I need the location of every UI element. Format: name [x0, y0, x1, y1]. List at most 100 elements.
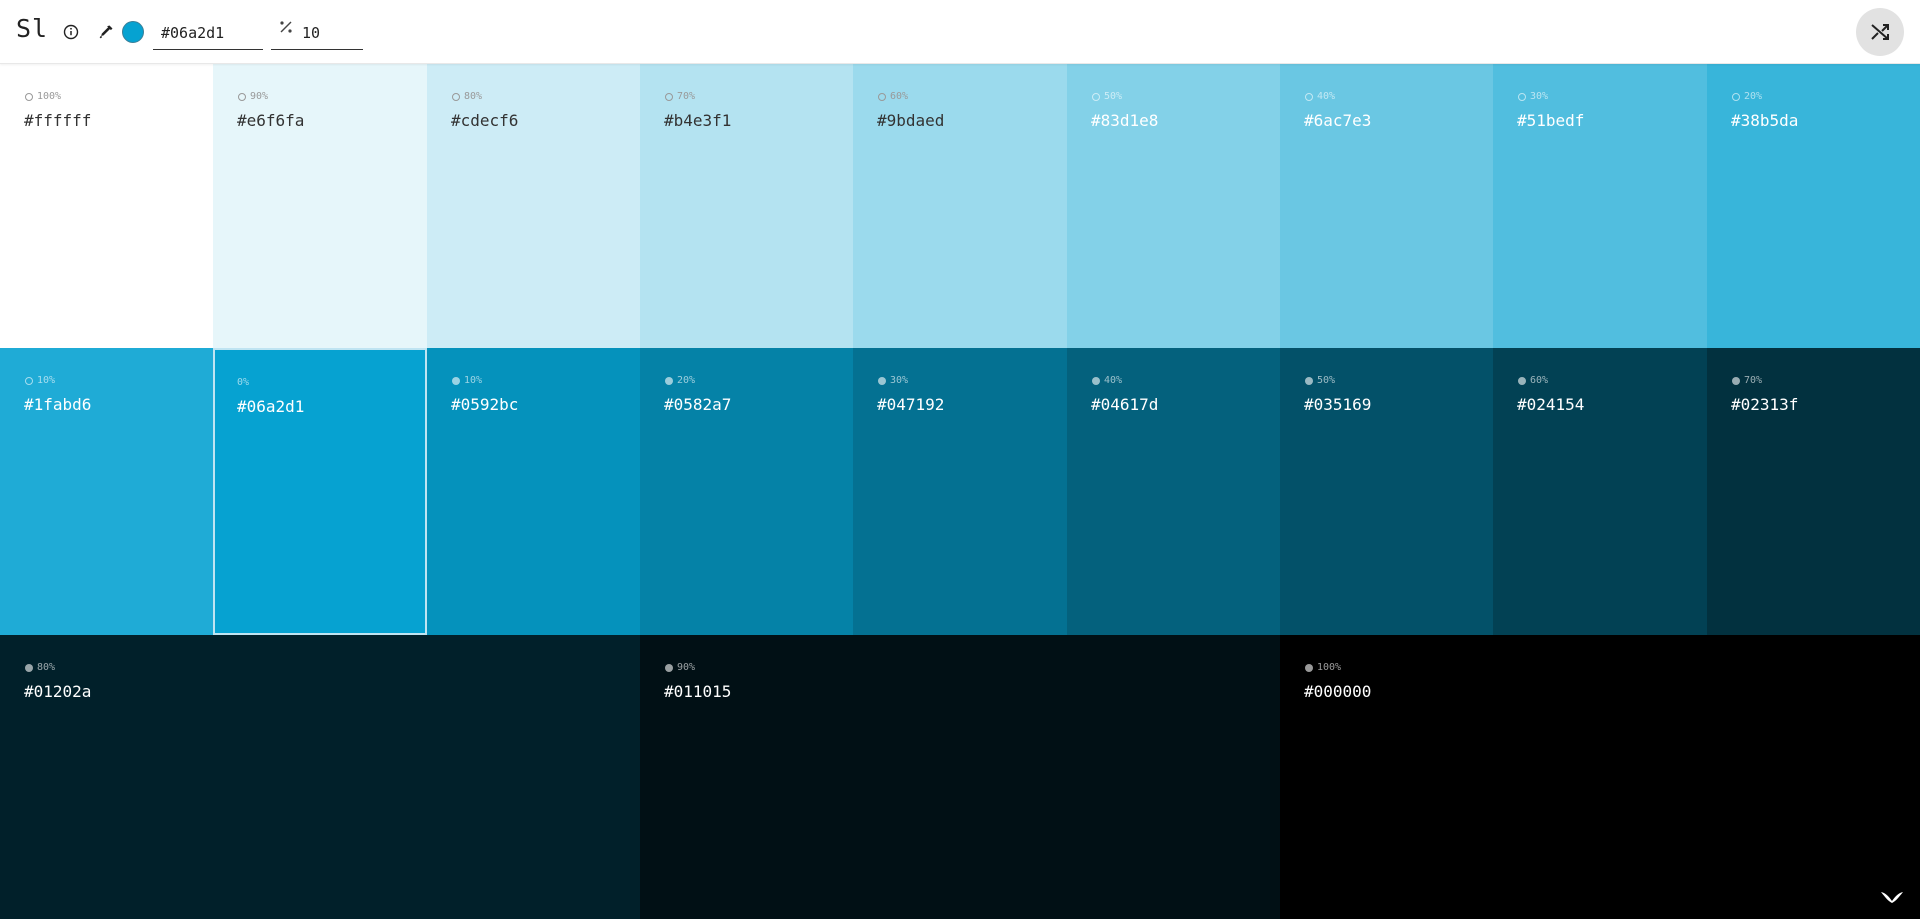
tint-ring-icon: [1518, 92, 1526, 101]
color-swatch[interactable]: 100% #ffffff: [0, 64, 213, 348]
shuffle-button[interactable]: [1856, 8, 1904, 56]
swatch-hex-label: #cdecf6: [451, 111, 519, 130]
shuffle-icon: [1871, 24, 1889, 40]
swatch-percentage: 80%: [452, 91, 482, 102]
color-swatch[interactable]: 70% #02313f: [1707, 348, 1920, 635]
swatch-hex-label: #51bedf: [1517, 111, 1585, 130]
swatch-percentage: 80%: [25, 662, 55, 673]
swatch-percentage: 20%: [665, 375, 695, 386]
color-swatch[interactable]: 20% #38b5da: [1707, 64, 1920, 348]
tint-ring-icon: [452, 92, 460, 101]
color-swatch[interactable]: 40% #6ac7e3: [1280, 64, 1493, 348]
swatch-hex-label: #047192: [877, 395, 945, 414]
swatch-percentage-label: 0%: [237, 377, 250, 388]
swatch-percentage: 50%: [1305, 375, 1335, 386]
color-swatch[interactable]: 30% #51bedf: [1493, 64, 1707, 348]
swatch-hex-label: #ffffff: [24, 111, 92, 130]
swatch-percentage-label: 20%: [1744, 91, 1763, 102]
swatch-percentage-label: 30%: [890, 375, 909, 386]
bird-logo-icon[interactable]: [1880, 888, 1904, 904]
swatch-percentage: 90%: [665, 662, 695, 673]
shade-dot-icon: [878, 376, 886, 385]
swatch-percentage-label: 70%: [1744, 375, 1763, 386]
tint-ring-icon: [1305, 92, 1313, 101]
swatch-percentage-label: 10%: [37, 375, 56, 386]
swatch-percentage-label: 40%: [1317, 91, 1336, 102]
shade-dot-icon: [452, 376, 460, 385]
tint-ring-icon: [238, 92, 246, 101]
app-logo: Sl: [16, 14, 49, 43]
swatch-percentage: 70%: [1732, 375, 1762, 386]
swatch-percentage-label: 80%: [464, 91, 483, 102]
color-swatch[interactable]: 10% #1fabd6: [0, 348, 213, 635]
toolbar: Sl: [0, 0, 1920, 64]
swatch-percentage-label: 50%: [1317, 375, 1336, 386]
color-swatch[interactable]: 90% #011015: [640, 635, 1280, 919]
current-color-swatch[interactable]: [122, 21, 144, 43]
shade-dot-icon: [1305, 376, 1313, 385]
swatch-hex-label: #0582a7: [664, 395, 732, 414]
color-swatch[interactable]: 60% #9bdaed: [853, 64, 1067, 348]
shade-dot-icon: [665, 376, 673, 385]
tint-ring-icon: [25, 92, 33, 101]
color-swatch[interactable]: 50% #83d1e8: [1067, 64, 1280, 348]
swatch-percentage: 0%: [237, 377, 249, 388]
swatch-percentage-label: 10%: [464, 375, 483, 386]
swatch-percentage-label: 60%: [1530, 375, 1549, 386]
swatch-percentage: 30%: [878, 375, 908, 386]
swatch-hex-label: #b4e3f1: [664, 111, 732, 130]
step-percent-input[interactable]: [271, 16, 363, 50]
eyedropper-icon[interactable]: [95, 21, 117, 43]
swatch-hex-label: #06a2d1: [237, 397, 305, 416]
swatch-percentage: 60%: [878, 91, 908, 102]
swatch-percentage: 40%: [1092, 375, 1122, 386]
tint-ring-icon: [25, 376, 33, 385]
shade-dot-icon: [1305, 663, 1313, 672]
swatch-percentage-label: 100%: [1317, 662, 1342, 673]
color-swatch[interactable]: 90% #e6f6fa: [213, 64, 427, 348]
swatch-percentage: 100%: [25, 91, 61, 102]
swatch-hex-label: #02313f: [1731, 395, 1799, 414]
swatch-percentage: 40%: [1305, 91, 1335, 102]
swatch-percentage: 30%: [1518, 91, 1548, 102]
color-swatch[interactable]: 20% #0582a7: [640, 348, 853, 635]
swatch-percentage: 50%: [1092, 91, 1122, 102]
color-swatch[interactable]: 30% #047192: [853, 348, 1067, 635]
color-swatch[interactable]: 60% #024154: [1493, 348, 1707, 635]
swatch-hex-label: #04617d: [1091, 395, 1159, 414]
color-swatch[interactable]: 80% #cdecf6: [427, 64, 640, 348]
color-swatch[interactable]: 10% #0592bc: [427, 348, 640, 635]
hex-color-input[interactable]: [153, 16, 263, 50]
color-swatch[interactable]: 100% #000000: [1280, 635, 1920, 919]
swatch-hex-label: #011015: [664, 682, 732, 701]
color-swatch[interactable]: 40% #04617d: [1067, 348, 1280, 635]
color-swatch[interactable]: 50% #035169: [1280, 348, 1493, 635]
swatch-percentage-label: 60%: [890, 91, 909, 102]
swatch-percentage: 70%: [665, 91, 695, 102]
swatch-hex-label: #83d1e8: [1091, 111, 1159, 130]
swatch-percentage-label: 20%: [677, 375, 696, 386]
swatch-percentage: 90%: [238, 91, 268, 102]
info-icon[interactable]: [60, 21, 82, 43]
swatch-percentage-label: 80%: [37, 662, 56, 673]
swatch-hex-label: #01202a: [24, 682, 92, 701]
swatch-percentage-label: 50%: [1104, 91, 1123, 102]
swatch-hex-label: #e6f6fa: [237, 111, 305, 130]
shade-dot-icon: [1732, 376, 1740, 385]
swatch-percentage-label: 70%: [677, 91, 696, 102]
swatch-hex-label: #6ac7e3: [1304, 111, 1372, 130]
color-swatch[interactable]: 80% #01202a: [0, 635, 640, 919]
shade-dot-icon: [1092, 376, 1100, 385]
swatch-hex-label: #0592bc: [451, 395, 519, 414]
swatch-percentage: 100%: [1305, 662, 1341, 673]
swatch-percentage: 10%: [25, 375, 55, 386]
color-swatch[interactable]: 0% #06a2d1: [213, 348, 427, 635]
color-swatch[interactable]: 70% #b4e3f1: [640, 64, 853, 348]
swatch-hex-label: #035169: [1304, 395, 1372, 414]
shade-dot-icon: [665, 663, 673, 672]
swatch-percentage-label: 90%: [250, 91, 269, 102]
tint-ring-icon: [878, 92, 886, 101]
palette-grid: 100% #ffffff 90% #e6f6fa 80% #cdecf6 70% #b4e3f…: [0, 64, 1920, 919]
tint-ring-icon: [1092, 92, 1100, 101]
swatch-percentage: 60%: [1518, 375, 1548, 386]
